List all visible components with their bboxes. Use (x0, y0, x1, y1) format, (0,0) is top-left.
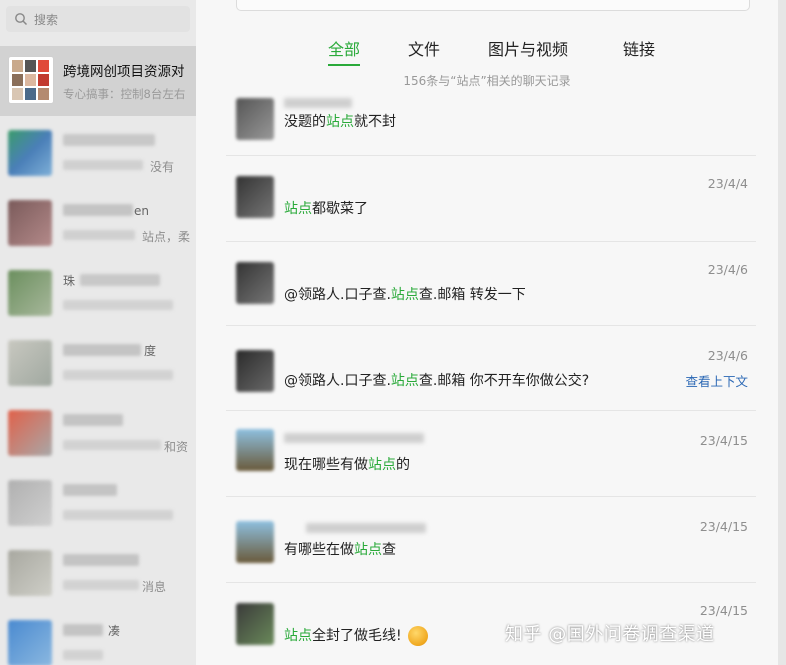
tab-images-videos[interactable]: 图片与视频 (488, 36, 568, 64)
avatar (8, 410, 52, 456)
avatar (8, 200, 52, 246)
results-search-field[interactable] (236, 0, 750, 11)
chat-name-fragment: en (134, 204, 149, 218)
message-text: 就不封 (354, 114, 396, 130)
keyword-highlight: 站点 (284, 201, 312, 217)
sender-avatar (236, 603, 274, 645)
tab-all[interactable]: 全部 (328, 36, 361, 66)
result-item[interactable]: 23/4/6 @领路人.口子查.站点查.邮箱 你不开车你做公交? 查看上下文 (226, 325, 756, 412)
message-text: 查 (382, 542, 396, 558)
avatar (8, 270, 52, 316)
message-text: @领路人.口子查. (284, 373, 391, 389)
chat-item[interactable]: 没有 (0, 120, 196, 190)
sender-avatar (236, 429, 274, 471)
keyword-highlight: 站点 (390, 287, 419, 303)
chat-name-fragment: 珠 (63, 274, 76, 288)
chat-name-fragment: 度 (144, 344, 157, 358)
sender-avatar (236, 176, 274, 218)
tab-links[interactable]: 链接 (623, 36, 655, 64)
keyword-highlight: 站点 (284, 628, 312, 644)
result-item[interactable]: 23/4/15 有哪些在做站点查 (226, 496, 756, 583)
sender-avatar (236, 262, 274, 304)
chat-item[interactable]: 凑 (0, 610, 196, 665)
result-message: 有哪些在做站点查 (284, 539, 396, 559)
message-text: 现在哪些有做 (284, 457, 368, 473)
message-text: 的 (396, 457, 410, 473)
chat-item-selected[interactable]: 跨境网创项目资源对 专心搞事：控制8台左右 (0, 46, 196, 116)
message-date: 23/4/15 (699, 519, 748, 534)
view-context-link[interactable]: 查看上下文 (685, 371, 748, 390)
avatar (8, 480, 52, 526)
avatar (8, 620, 52, 665)
chat-preview-fragment: 站点，柔 (142, 230, 191, 244)
message-date: 23/4/4 (707, 176, 748, 191)
sender-avatar (236, 350, 274, 392)
message-text: 查.邮箱 转发一下 (418, 287, 526, 303)
avatar (8, 550, 52, 596)
result-message: 站点都歇菜了 (284, 198, 368, 218)
result-item[interactable]: 23/4/15 现在哪些有做站点的 (226, 410, 756, 497)
chat-preview: 专心搞事：控制8台左右 (63, 87, 186, 101)
group-avatar (8, 56, 54, 104)
chat-list-sidebar: 跨境网创项目资源对 专心搞事：控制8台左右 没有 en 站点，柔 珠 度 和资 (0, 0, 196, 665)
message-date: 23/4/6 (707, 348, 748, 363)
message-text: 有哪些在做 (284, 542, 354, 558)
search-results-panel: 全部 文件 图片与视频 链接 156条与“站点”相关的聊天记录 没题的站点就不封… (196, 0, 778, 665)
avatar (8, 130, 52, 176)
chat-preview-fragment: 没有 (150, 160, 175, 174)
search-box[interactable] (6, 6, 190, 32)
keyword-highlight: 站点 (368, 457, 396, 473)
tab-files[interactable]: 文件 (408, 36, 440, 64)
message-text: 查.邮箱 你不开车你做公交? (418, 373, 590, 389)
keyword-highlight: 站点 (390, 373, 419, 389)
chat-item[interactable]: 消息 (0, 540, 196, 610)
message-text: 全封了做毛线! (312, 628, 402, 644)
result-message: 站点全封了做毛线! (284, 625, 428, 646)
search-icon (15, 13, 28, 26)
chat-item[interactable]: 和资 (0, 400, 196, 470)
result-message: 现在哪些有做站点的 (284, 454, 410, 474)
result-item[interactable]: 23/4/6 @领路人.口子查.站点查.邮箱 转发一下 (226, 241, 756, 328)
sender-avatar (236, 98, 274, 140)
chat-preview-fragment: 消息 (142, 580, 167, 594)
grin-emoji-icon (407, 626, 428, 646)
sender-name (306, 523, 426, 533)
message-text: 没题的 (284, 114, 326, 130)
message-date: 23/4/15 (699, 433, 748, 448)
result-tabs: 全部 文件 图片与视频 链接 (196, 36, 778, 66)
chat-item[interactable]: en 站点，柔 (0, 190, 196, 260)
result-message: @领路人.口子查.站点查.邮箱 你不开车你做公交? (284, 370, 589, 390)
result-item[interactable]: 23/4/4 站点都歇菜了 (226, 155, 756, 242)
sender-name (284, 433, 424, 443)
chat-name: 跨境网创项目资源对 (63, 64, 185, 80)
sender-name (284, 98, 352, 108)
message-text: @领路人.口子查. (284, 287, 391, 303)
message-text: 都歇菜了 (312, 201, 368, 217)
search-input[interactable] (32, 9, 186, 31)
message-date: 23/4/15 (699, 603, 748, 618)
result-item[interactable]: 没题的站点就不封 (226, 70, 756, 156)
result-message: @领路人.口子查.站点查.邮箱 转发一下 (284, 284, 526, 304)
result-message: 没题的站点就不封 (284, 111, 396, 131)
chat-name-fragment: 凑 (108, 624, 121, 638)
chat-preview-fragment: 和资 (164, 440, 189, 454)
chat-item[interactable] (0, 470, 196, 540)
chat-item[interactable]: 度 (0, 330, 196, 400)
keyword-highlight: 站点 (354, 542, 382, 558)
avatar (8, 340, 52, 386)
keyword-highlight: 站点 (326, 114, 354, 130)
sender-avatar (236, 521, 274, 563)
window-edge (778, 0, 786, 665)
chat-item[interactable]: 珠 (0, 260, 196, 330)
watermark: 知乎 @国外问卷调查渠道 (505, 624, 715, 645)
message-date: 23/4/6 (707, 262, 748, 277)
